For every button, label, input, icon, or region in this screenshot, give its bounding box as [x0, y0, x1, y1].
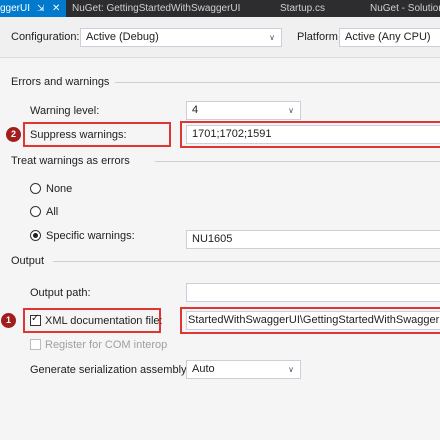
output-section-title: Output — [11, 255, 51, 267]
specific-warnings-value: NU1605 — [192, 233, 233, 245]
output-path-label: Output path: — [30, 287, 91, 299]
platform-label: Platform: — [297, 31, 342, 43]
chevron-down-icon: ∨ — [269, 33, 275, 42]
xml-documentation-label: XML documentation file: — [45, 315, 163, 327]
callout-marker-1: 1 — [1, 313, 16, 328]
radio-none-label: None — [46, 183, 73, 195]
pin-icon[interactable]: ⇲ — [37, 0, 45, 17]
tab-label: NuGet - Solution — [370, 3, 440, 14]
radio-specific-warnings[interactable] — [30, 230, 41, 241]
radio-specific-label: Specific warnings: — [46, 230, 135, 242]
radio-all-label: All — [46, 206, 59, 218]
configuration-dropdown[interactable]: Active (Debug) ∨ — [80, 28, 282, 47]
platform-value: Active (Any CPU) — [345, 31, 431, 43]
chevron-down-icon: ∨ — [288, 106, 294, 115]
com-interop-label: Register for COM interop — [45, 339, 168, 351]
section-divider — [100, 82, 440, 83]
com-interop-checkbox[interactable] — [30, 339, 41, 350]
xml-documentation-checkbox[interactable]: ✓ — [30, 313, 41, 326]
tab-nuget-project[interactable]: NuGet: GettingStartedWithSwaggerUI — [72, 0, 247, 17]
configuration-label: Configuration: — [11, 31, 80, 43]
tab-startup-cs[interactable]: Startup.cs — [280, 0, 350, 17]
radio-none[interactable] — [30, 183, 41, 194]
xml-documentation-input[interactable]: StartedWithSwaggerUI\GettingStartedWithS… — [186, 311, 440, 330]
callout-marker-2: 2 — [6, 127, 21, 142]
errors-section-title: Errors and warnings — [11, 76, 116, 88]
warning-level-value: 4 — [192, 104, 199, 116]
configuration-value: Active (Debug) — [86, 31, 159, 43]
chevron-down-icon: ∨ — [288, 365, 294, 374]
section-divider — [155, 161, 440, 162]
xml-documentation-value: StartedWithSwaggerUI\GettingStartedWithS… — [188, 314, 440, 326]
document-tab-bar: ggerUI ⇲ ✕ NuGet: GettingStartedWithSwag… — [0, 0, 440, 17]
warning-level-label: Warning level: — [30, 105, 100, 117]
tab-nuget-solution[interactable]: NuGet - Solution — [370, 0, 440, 17]
configuration-bar: Configuration: Active (Debug) ∨ Platform… — [0, 17, 440, 58]
serialization-value: Auto — [192, 363, 215, 375]
suppress-warnings-label: Suppress warnings: — [30, 129, 127, 141]
warning-level-dropdown[interactable]: 4 ∨ — [186, 101, 301, 120]
section-divider — [53, 261, 440, 262]
tab-label: ggerUI — [0, 3, 31, 14]
suppress-warnings-input[interactable]: 1701;1702;1591 — [186, 125, 440, 144]
specific-warnings-input[interactable]: NU1605 — [186, 230, 440, 249]
treat-warnings-title: Treat warnings as errors — [11, 155, 136, 167]
serialization-label: Generate serialization assembly: — [30, 364, 190, 376]
platform-dropdown[interactable]: Active (Any CPU) — [339, 28, 440, 47]
radio-all[interactable] — [30, 206, 41, 217]
output-path-input[interactable] — [186, 283, 440, 302]
tab-label: NuGet: GettingStartedWithSwaggerUI — [72, 3, 241, 14]
checkmark-icon: ✓ — [31, 313, 40, 324]
tab-label: Startup.cs — [280, 3, 326, 14]
tab-project-properties[interactable]: ggerUI ⇲ ✕ — [0, 0, 66, 17]
close-icon[interactable]: ✕ — [52, 0, 60, 17]
suppress-warnings-value: 1701;1702;1591 — [192, 128, 272, 140]
serialization-dropdown[interactable]: Auto ∨ — [186, 360, 301, 379]
